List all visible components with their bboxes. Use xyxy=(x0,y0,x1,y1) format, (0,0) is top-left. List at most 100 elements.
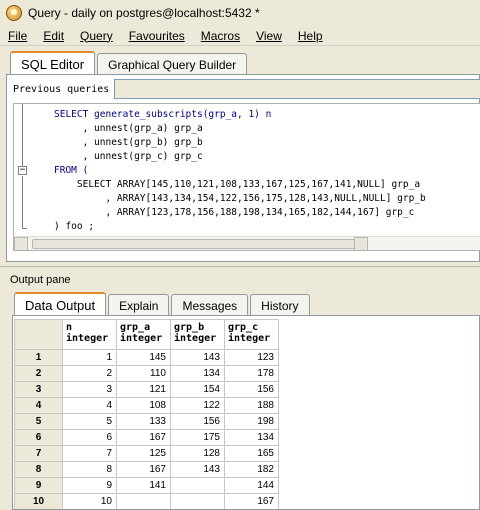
row-number[interactable]: 1 xyxy=(14,349,63,366)
row-number[interactable]: 3 xyxy=(14,381,63,398)
cell-grp-b[interactable]: 156 xyxy=(170,413,225,430)
cell-grp-c[interactable]: 198 xyxy=(224,413,279,430)
cell-grp-a[interactable]: 110 xyxy=(116,365,171,382)
column-type: integer xyxy=(174,333,217,344)
menu-file[interactable]: File xyxy=(8,29,27,43)
table-row[interactable]: 5 5 133 156 198 xyxy=(14,413,279,430)
cell-grp-b[interactable] xyxy=(170,477,225,494)
fold-end-tick xyxy=(22,228,27,229)
table-row[interactable]: 2 2 110 134 178 xyxy=(14,365,279,382)
cell-grp-a[interactable]: 108 xyxy=(116,397,171,414)
sql-code-editor[interactable]: − SELECT generate_subscripts(grp_a, 1) n… xyxy=(13,103,480,251)
output-pane-label: Output pane xyxy=(10,274,71,286)
cell-n[interactable]: 7 xyxy=(62,445,117,462)
menu-edit[interactable]: Edit xyxy=(43,29,64,43)
row-number[interactable]: 9 xyxy=(14,477,63,494)
cell-grp-b[interactable]: 128 xyxy=(170,445,225,462)
menu-help[interactable]: Help xyxy=(298,29,323,43)
sql-line-1: SELECT generate_subscripts(grp_a, 1) n xyxy=(54,109,271,120)
editor-tab-strip: SQL Editor Graphical Query Builder xyxy=(10,51,249,75)
cell-grp-a[interactable]: 141 xyxy=(116,477,171,494)
row-number[interactable]: 8 xyxy=(14,461,63,478)
fold-collapse-icon[interactable]: − xyxy=(18,166,27,175)
cell-grp-c[interactable]: 182 xyxy=(224,461,279,478)
column-header-n[interactable]: n integer xyxy=(62,319,117,350)
tab-explain[interactable]: Explain xyxy=(108,294,170,316)
cell-grp-c[interactable]: 123 xyxy=(224,349,279,366)
cell-grp-a[interactable]: 121 xyxy=(116,381,171,398)
table-row[interactable]: 4 4 108 122 188 xyxy=(14,397,279,414)
tab-graphical-query-builder[interactable]: Graphical Query Builder xyxy=(97,53,248,75)
cell-grp-b[interactable]: 143 xyxy=(170,349,225,366)
tab-sql-editor[interactable]: SQL Editor xyxy=(10,51,96,75)
cell-grp-b[interactable] xyxy=(170,493,225,509)
cell-n[interactable]: 6 xyxy=(62,429,117,446)
table-row[interactable]: 8 8 167 143 182 xyxy=(14,461,279,478)
cell-grp-c[interactable]: 188 xyxy=(224,397,279,414)
cell-grp-c[interactable]: 134 xyxy=(224,429,279,446)
cell-grp-b[interactable]: 154 xyxy=(170,381,225,398)
table-row[interactable]: 10 10 167 xyxy=(14,493,279,509)
table-row[interactable]: 1 1 145 143 123 xyxy=(14,349,279,366)
row-number[interactable]: 4 xyxy=(14,397,63,414)
cell-grp-a[interactable]: 167 xyxy=(116,461,171,478)
cell-n[interactable]: 4 xyxy=(62,397,117,414)
sql-line-9: ) foo ; xyxy=(54,221,95,232)
table-row[interactable]: 9 9 141 144 xyxy=(14,477,279,494)
grid-corner[interactable] xyxy=(14,319,63,350)
sql-line-5: FROM ( xyxy=(54,165,89,176)
menu-view[interactable]: View xyxy=(256,29,282,43)
cell-n[interactable]: 3 xyxy=(62,381,117,398)
row-number[interactable]: 10 xyxy=(14,493,63,509)
scroll-right-button[interactable] xyxy=(354,237,368,250)
cell-grp-a[interactable]: 125 xyxy=(116,445,171,462)
cell-grp-c[interactable]: 165 xyxy=(224,445,279,462)
cell-grp-a[interactable]: 167 xyxy=(116,429,171,446)
column-name: grp_a xyxy=(120,322,151,333)
cell-grp-a[interactable] xyxy=(116,493,171,509)
row-number[interactable]: 5 xyxy=(14,413,63,430)
column-header-grp-a[interactable]: grp_a integer xyxy=(116,319,171,350)
tab-messages[interactable]: Messages xyxy=(171,294,249,316)
column-header-grp-b[interactable]: grp_b integer xyxy=(170,319,225,350)
cell-n[interactable]: 2 xyxy=(62,365,117,382)
menu-favourites[interactable]: Favourites xyxy=(129,29,185,43)
table-row[interactable]: 6 6 167 175 134 xyxy=(14,429,279,446)
cell-n[interactable]: 9 xyxy=(62,477,117,494)
cell-grp-c[interactable]: 144 xyxy=(224,477,279,494)
sql-editor-panel: Previous queries − SELECT generate_subsc… xyxy=(6,74,480,262)
column-header-grp-c[interactable]: grp_c integer xyxy=(224,319,279,350)
cell-grp-b[interactable]: 175 xyxy=(170,429,225,446)
pane-splitter[interactable] xyxy=(0,266,480,272)
scrollbar-thumb[interactable] xyxy=(32,239,368,249)
menu-help-label: Help xyxy=(297,28,323,43)
cell-grp-c[interactable]: 178 xyxy=(224,365,279,382)
cell-grp-b[interactable]: 134 xyxy=(170,365,225,382)
table-row[interactable]: 7 7 125 128 165 xyxy=(14,445,279,462)
cell-n[interactable]: 8 xyxy=(62,461,117,478)
tab-history[interactable]: History xyxy=(250,294,310,316)
cell-n[interactable]: 1 xyxy=(62,349,117,366)
column-name: n xyxy=(66,322,73,333)
cell-grp-a[interactable]: 145 xyxy=(116,349,171,366)
row-number[interactable]: 7 xyxy=(14,445,63,462)
cell-grp-c[interactable]: 156 xyxy=(224,381,279,398)
menu-query[interactable]: Query xyxy=(80,29,113,43)
cell-grp-c[interactable]: 167 xyxy=(224,493,279,509)
sql-line-8: , ARRAY[123,178,156,188,198,134,165,182,… xyxy=(54,207,415,218)
output-tab-strip: Data Output Explain Messages History xyxy=(14,292,312,316)
cell-grp-a[interactable]: 133 xyxy=(116,413,171,430)
menu-macros[interactable]: Macros xyxy=(201,29,240,43)
scroll-left-button[interactable] xyxy=(14,237,28,250)
tab-data-output[interactable]: Data Output xyxy=(14,292,107,316)
cell-n[interactable]: 5 xyxy=(62,413,117,430)
row-number[interactable]: 6 xyxy=(14,429,63,446)
cell-grp-b[interactable]: 143 xyxy=(170,461,225,478)
horizontal-scrollbar[interactable] xyxy=(14,236,480,250)
menu-macros-label: Macros xyxy=(200,28,241,43)
table-row[interactable]: 3 3 121 154 156 xyxy=(14,381,279,398)
previous-queries-dropdown[interactable] xyxy=(114,79,480,99)
cell-grp-b[interactable]: 122 xyxy=(170,397,225,414)
cell-n[interactable]: 10 xyxy=(62,493,117,509)
row-number[interactable]: 2 xyxy=(14,365,63,382)
